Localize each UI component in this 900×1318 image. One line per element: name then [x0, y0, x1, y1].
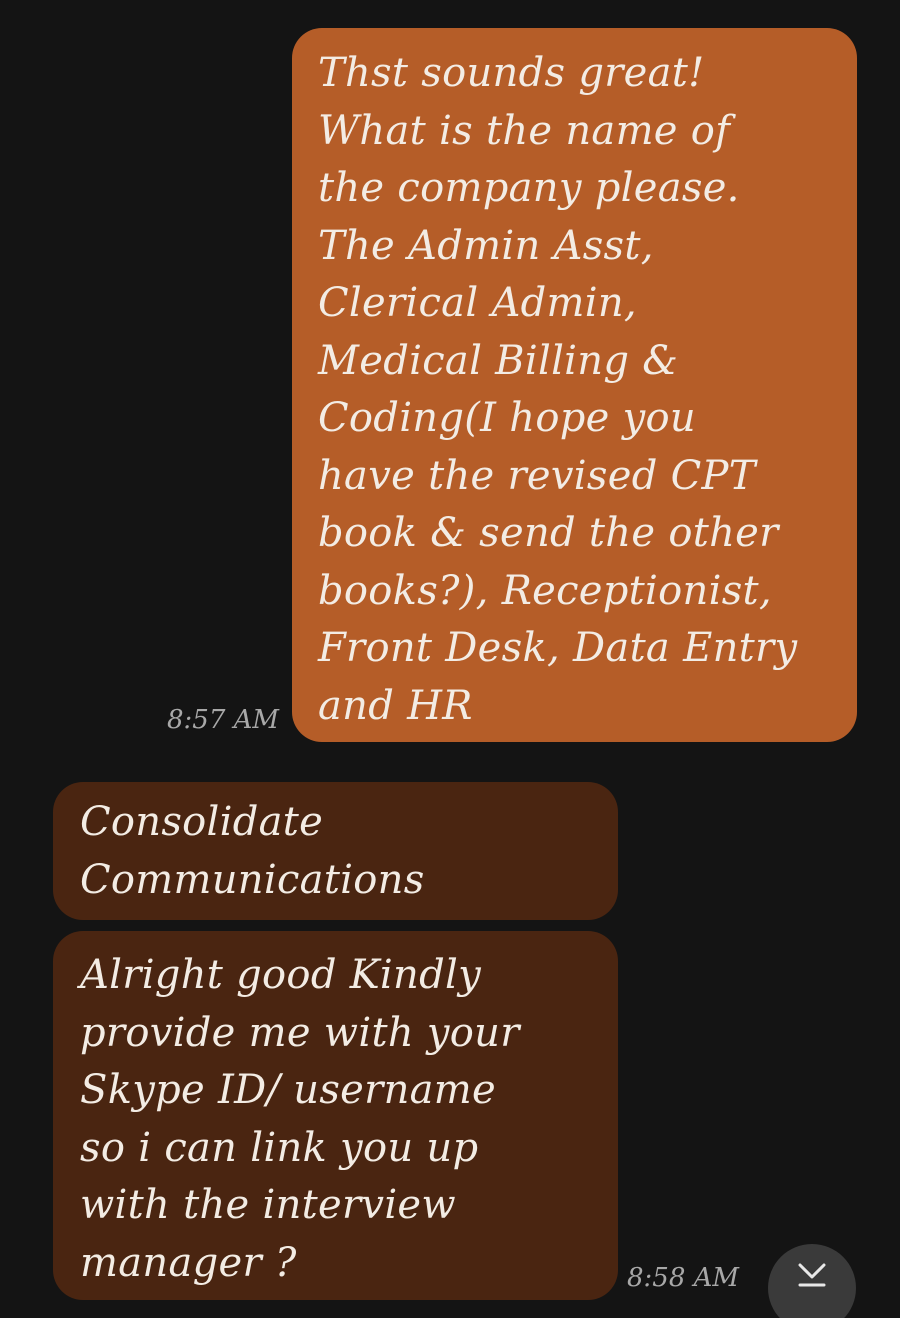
message-text: Consolidate Communications [80, 799, 425, 903]
message-timestamp: 8:57 AM [167, 705, 280, 735]
outgoing-message-bubble[interactable]: Thst sounds great! What is the name of t… [292, 28, 857, 742]
incoming-message-bubble[interactable]: Alright good Kindly provide me with your… [53, 931, 618, 1300]
chevron-down-icon [798, 1263, 826, 1287]
message-text: Thst sounds great! What is the name of t… [318, 50, 798, 729]
message-timestamp: 8:58 AM [627, 1263, 740, 1293]
scroll-to-bottom-button[interactable] [768, 1244, 856, 1318]
incoming-message-bubble[interactable]: Consolidate Communications [53, 782, 618, 920]
message-text: Alright good Kindly provide me with your… [80, 952, 520, 1286]
